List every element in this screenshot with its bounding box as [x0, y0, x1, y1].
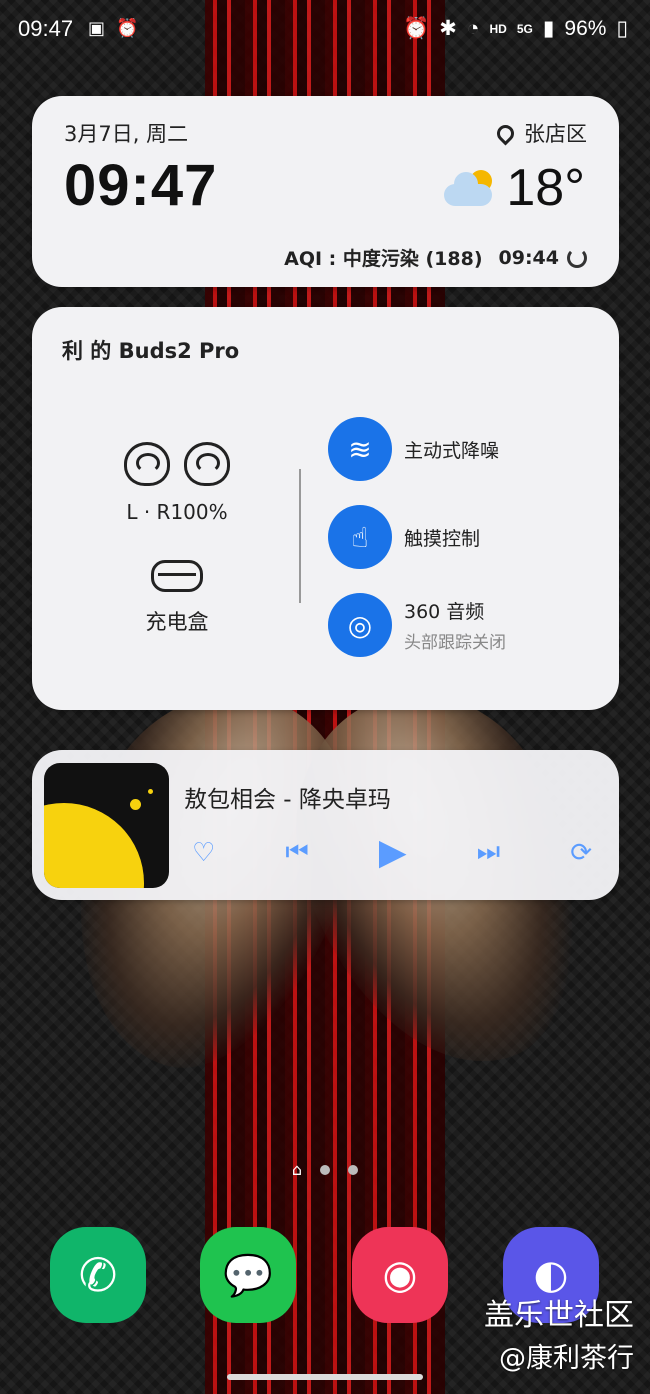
charging-case-label: 充电盒	[145, 610, 209, 634]
song-title: 敖包相会 - 降央卓玛	[184, 787, 391, 813]
repeat-icon[interactable]: ⟳	[570, 838, 592, 868]
next-track-icon[interactable]: ⏭	[477, 837, 500, 868]
touch-hand-icon: ☝	[328, 505, 392, 569]
previous-track-icon[interactable]: ⏮	[285, 837, 308, 868]
feature-360-audio[interactable]: ◎ 360 音频 头部跟踪关闭	[328, 593, 506, 657]
updated-time: 09:44	[498, 246, 559, 269]
page-dot[interactable]	[320, 1164, 331, 1175]
buds-status: L · R100% 充电盒	[92, 442, 262, 636]
signal-icon: ▮	[542, 17, 555, 40]
feature-touch-label: 触摸控制	[404, 527, 481, 550]
noise-cancel-icon: ≋	[328, 417, 392, 481]
album-art[interactable]	[44, 763, 169, 888]
camera-app-icon[interactable]: ◉	[352, 1227, 448, 1323]
earbuds-battery: L · R100%	[126, 500, 228, 524]
favorite-heart-icon[interactable]: ♡	[192, 838, 215, 868]
partly-cloudy-icon	[444, 168, 496, 208]
gesture-nav-bar[interactable]	[227, 1374, 423, 1380]
location[interactable]: 张店区	[493, 118, 587, 148]
location-label: 张店区	[524, 122, 587, 146]
status-right: ⏰ ✱ ◔ HD 5G ▮ 96% ▯	[403, 16, 628, 41]
page-indicator[interactable]: ⌂	[0, 1160, 650, 1179]
clock-weather-widget[interactable]: 3月7日, 周二 09:47 张店区 18° AQI : 中度污染 (188) …	[32, 96, 619, 287]
widget-time[interactable]: 09:47	[64, 152, 217, 219]
wifi-icon: ◔	[466, 16, 480, 40]
feature-anc[interactable]: ≋ 主动式降噪	[328, 417, 499, 481]
aqi-line: AQI : 中度污染 (188) 09:44	[284, 244, 587, 271]
buds-widget[interactable]: 利 的 Buds2 Pro L · R100% 充电盒 ≋ 主动式降噪 ☝ 触摸…	[32, 307, 619, 710]
refresh-icon[interactable]	[567, 247, 587, 268]
feature-touch[interactable]: ☝ 触摸控制	[328, 505, 480, 569]
temperature: 18°	[506, 159, 585, 217]
globe-audio-icon: ◎	[328, 593, 392, 657]
page-dot[interactable]	[348, 1164, 359, 1175]
battery-percent: 96%	[564, 16, 607, 40]
feature-360-label: 360 音频	[404, 601, 485, 623]
status-bar: 09:47 ▣ ⏰ ⏰ ✱ ◔ HD 5G ▮ 96% ▯	[0, 0, 650, 60]
bluetooth-icon: ✱	[439, 17, 457, 40]
feature-anc-label: 主动式降噪	[404, 439, 500, 462]
watermark-author: @康利茶行	[499, 1343, 634, 1374]
divider	[299, 469, 301, 603]
signal-type: 5G	[516, 21, 533, 36]
network-hd: HD	[489, 21, 507, 36]
weather[interactable]: 18°	[444, 158, 585, 218]
watermark-community: 盖乐世社区	[484, 1298, 634, 1333]
playback-controls: ♡ ⏮ ▶ ⏭ ⟳	[192, 832, 592, 873]
home-page-icon[interactable]: ⌂	[292, 1160, 302, 1179]
buds-title: 利 的 Buds2 Pro	[62, 339, 240, 363]
wechat-app-icon[interactable]: 💬	[200, 1227, 296, 1323]
earbuds-icon	[92, 442, 262, 486]
play-icon[interactable]: ▶	[379, 832, 407, 873]
gallery-icon: ▣	[88, 18, 106, 39]
aqi-text: AQI : 中度污染 (188)	[284, 248, 483, 270]
widget-date: 3月7日, 周二	[64, 122, 189, 146]
music-widget[interactable]: 敖包相会 - 降央卓玛 ♡ ⏮ ▶ ⏭ ⟳	[32, 750, 619, 900]
status-time: 09:47	[18, 16, 74, 41]
phone-app-icon[interactable]: ✆	[50, 1227, 146, 1323]
location-pin-icon	[493, 120, 518, 146]
charging-case-icon	[151, 560, 203, 592]
feature-360-sub: 头部跟踪关闭	[404, 633, 506, 653]
alarm-icon: ⏰	[116, 18, 139, 39]
alarm-icon-right: ⏰	[403, 16, 430, 40]
battery-icon: ▯	[616, 17, 628, 40]
